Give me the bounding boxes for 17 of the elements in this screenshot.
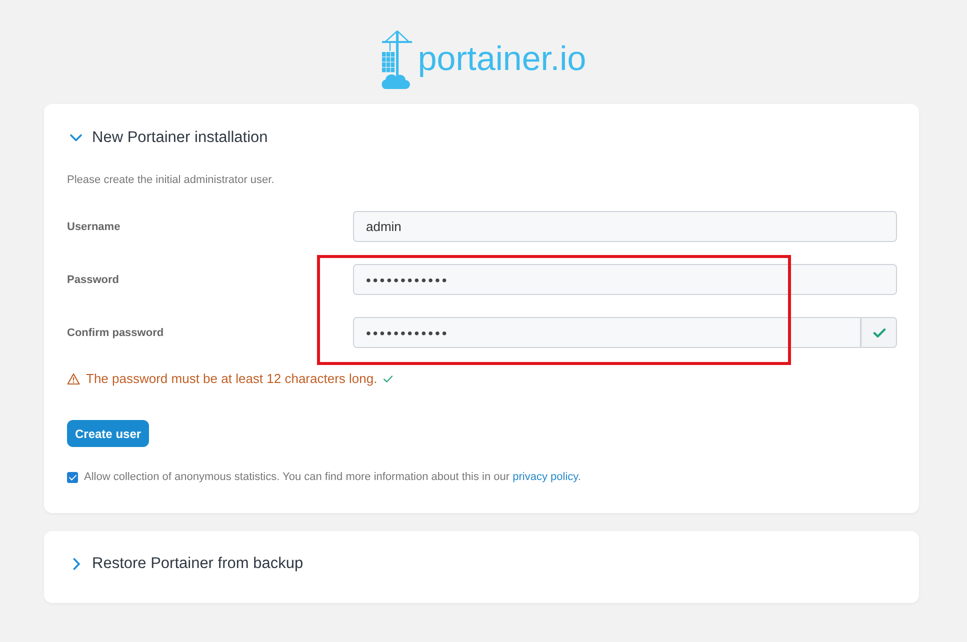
statistics-text: Allow collection of anonymous statistics. You can find more information about this in our privacy policy. [84,470,581,485]
create-user-button[interactable]: Create user [67,420,150,447]
description-text: Please create the initial administrator user. [67,173,274,188]
privacy-policy-link[interactable]: privacy policy [512,471,578,483]
field-label: Password [67,272,119,288]
text-field[interactable]: admin [353,211,897,242]
logo-text: portainer.io [418,39,586,79]
section-header[interactable]: Restore Portainer from backup [67,550,306,578]
warning-text: The password must be at least 12 characters long. [86,370,378,388]
section-header[interactable]: New Portainer installation [67,124,270,152]
warning-icon [67,373,80,385]
password-field[interactable]: •••••••••••• [353,317,861,348]
crane-logo-icon [380,30,413,90]
checkbox[interactable] [67,472,78,482]
field-label: Username [67,220,120,234]
password-field[interactable]: •••••••••••• [353,264,897,295]
field-label: Confirm password [67,326,164,340]
